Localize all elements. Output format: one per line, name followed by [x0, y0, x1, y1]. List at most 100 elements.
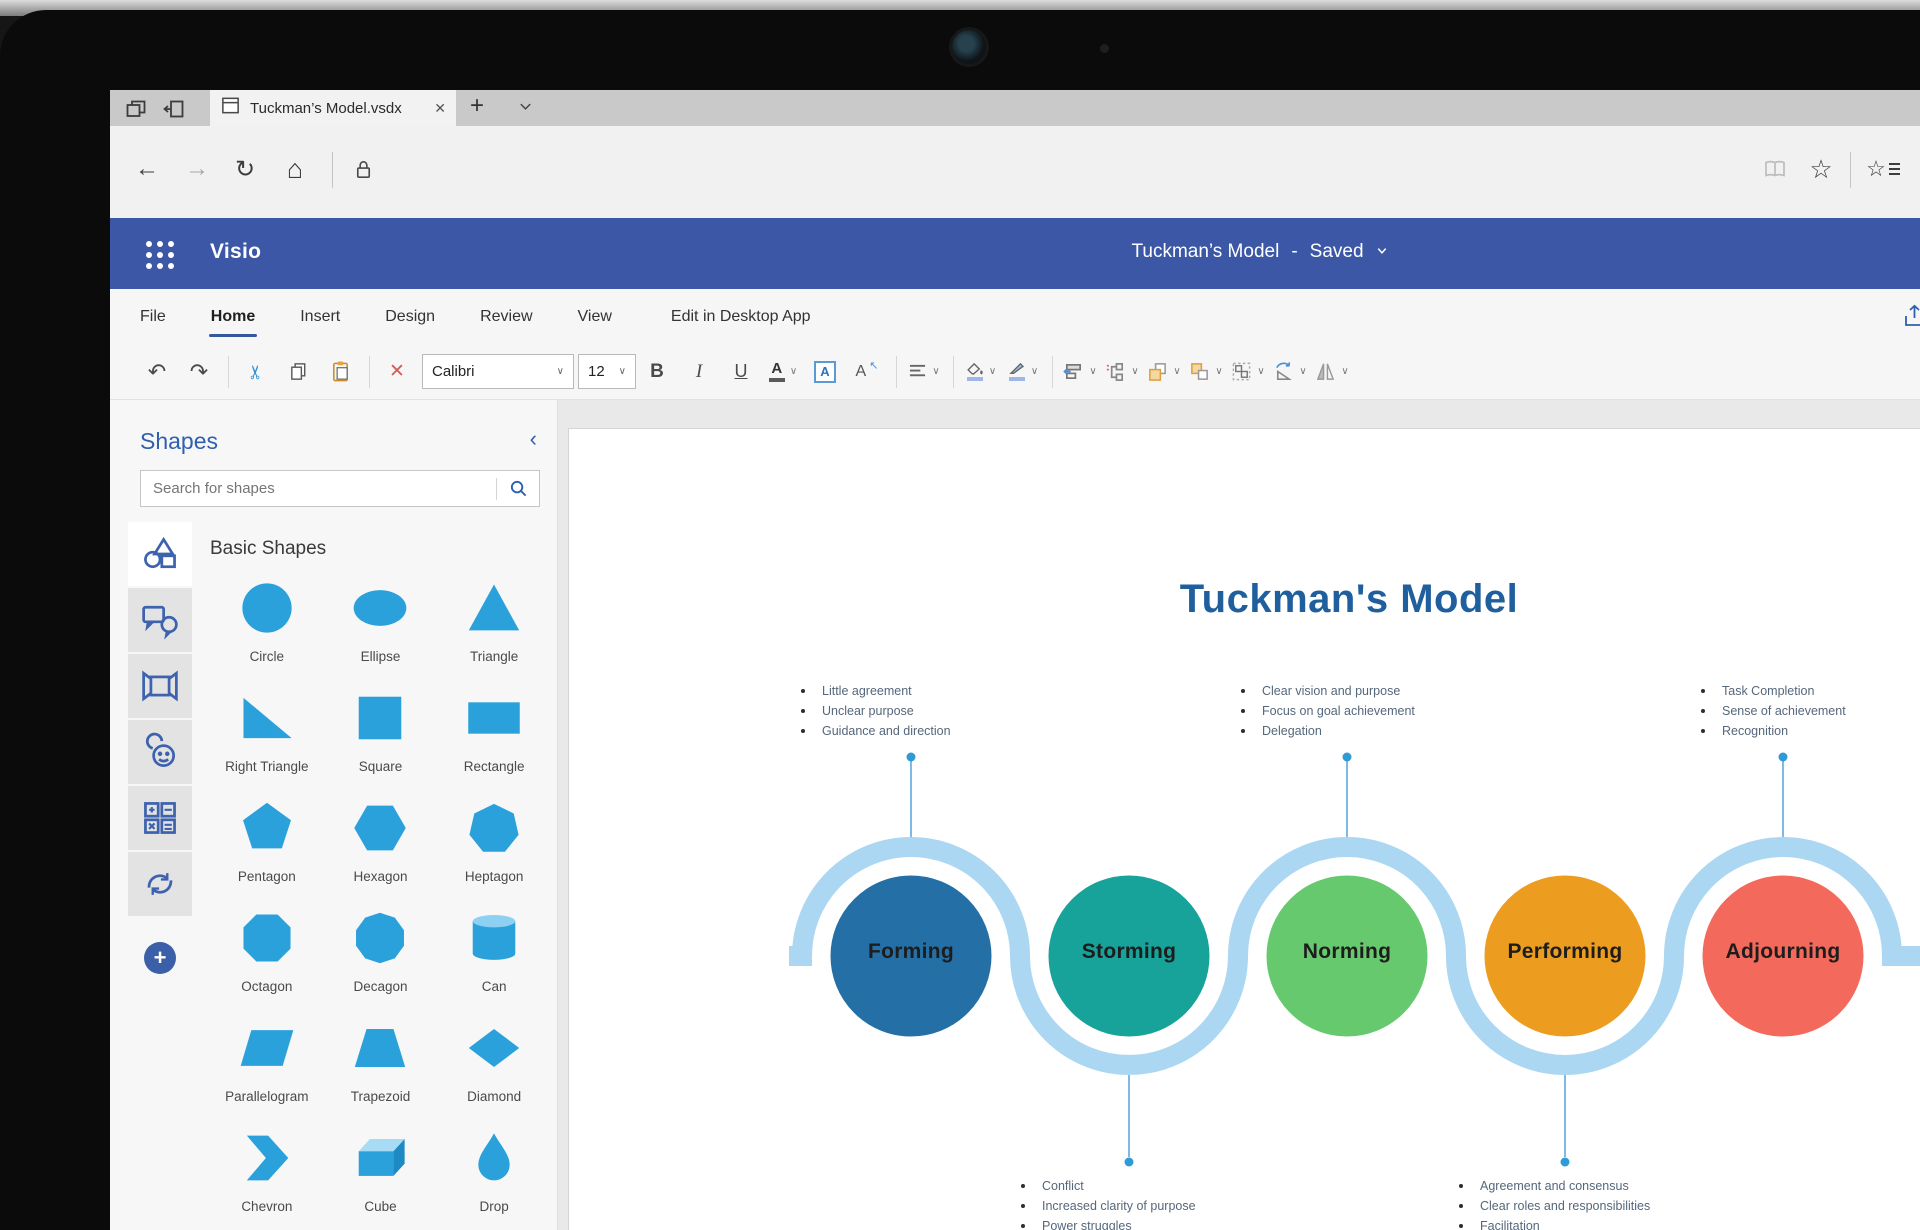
shape-heptagon[interactable]: Heptagon	[437, 800, 551, 884]
shapes-panel: Shapes ‹	[110, 400, 558, 1230]
save-status: Saved	[1310, 241, 1364, 263]
stencil-calculator[interactable]	[128, 786, 192, 850]
stage-label-adjourning: Adjourning	[1695, 940, 1871, 964]
search-icon[interactable]	[497, 479, 539, 498]
new-tab-icon[interactable]: +	[470, 92, 484, 120]
set-tabs-aside-icon[interactable]	[162, 97, 186, 121]
browser-tab[interactable]: Tuckman’s Model.vsdx ✕	[210, 90, 456, 126]
menu-design[interactable]: Design	[385, 308, 435, 326]
tuckman-diagram	[569, 429, 1920, 1230]
chevron-down-icon: ∨	[619, 366, 626, 377]
stencil-banners[interactable]	[128, 654, 192, 718]
line-color-button[interactable]: ∨	[1006, 354, 1040, 390]
connector-marker	[1343, 753, 1352, 762]
bold-button[interactable]: B	[640, 354, 674, 390]
shape-triangle[interactable]: Triangle	[437, 580, 551, 664]
menu-home[interactable]: Home	[211, 308, 255, 326]
document-title: Tuckman’s Model	[1131, 241, 1279, 263]
position-button[interactable]: ∨	[1063, 354, 1097, 390]
shape-ellipse[interactable]: Ellipse	[324, 580, 438, 664]
shape-rectangle[interactable]: Rectangle	[437, 690, 551, 774]
menu-insert[interactable]: Insert	[300, 308, 340, 326]
cut-button[interactable]: ✂	[238, 355, 274, 389]
stage-label-norming: Norming	[1259, 940, 1435, 964]
stencil-cycle[interactable]	[128, 852, 192, 916]
font-color-button[interactable]: A ∨	[766, 354, 800, 390]
hub-favorites-icon[interactable]: ☆	[1866, 152, 1900, 186]
align-button[interactable]: ∨	[907, 354, 941, 390]
paste-button[interactable]	[323, 354, 357, 390]
tab-list-chevron-icon[interactable]	[518, 99, 533, 117]
browser-tab-bar: Tuckman’s Model.vsdx ✕ +	[110, 90, 1920, 126]
save-status-chevron-icon[interactable]	[1376, 244, 1389, 260]
italic-button[interactable]: I	[682, 354, 716, 390]
refresh-icon[interactable]: ↻	[228, 152, 262, 186]
stage-label-storming: Storming	[1041, 940, 1217, 964]
shape-decagon[interactable]: Decagon	[324, 910, 438, 994]
home-icon[interactable]: ⌂	[278, 152, 312, 186]
flip-button[interactable]: ∨	[1315, 354, 1349, 390]
connector-button[interactable]: ∨	[1105, 354, 1139, 390]
underline-button[interactable]: U	[724, 354, 758, 390]
add-stencil-button[interactable]: +	[144, 942, 176, 974]
document-header[interactable]: Tuckman’s Model - Saved	[1131, 241, 1388, 263]
menu-review[interactable]: Review	[480, 308, 532, 326]
menu-file[interactable]: File	[140, 308, 166, 326]
lock-icon	[346, 152, 380, 186]
nav-divider	[1850, 152, 1851, 188]
fill-color-button[interactable]: ∨	[964, 354, 998, 390]
copy-button[interactable]	[281, 354, 315, 390]
clear-formatting-button[interactable]: A↖	[850, 354, 884, 390]
back-icon[interactable]: ←	[130, 152, 164, 186]
visio-app-bar: Visio Tuckman’s Model - Saved	[110, 218, 1920, 289]
share-icon[interactable]	[1902, 303, 1920, 334]
shape-diamond[interactable]: Diamond	[437, 1020, 551, 1104]
group-button[interactable]: ∨	[1231, 354, 1265, 390]
nav-divider	[332, 152, 333, 188]
drawing-canvas[interactable]: Tuckman's Model	[558, 400, 1920, 1230]
menu-view[interactable]: View	[578, 308, 612, 326]
reading-view-icon[interactable]	[1758, 152, 1792, 186]
tab-preview-icon[interactable]	[124, 97, 148, 121]
text-block-button[interactable]: A	[808, 354, 842, 390]
bullets-forming: Little agreement Unclear purpose Guidanc…	[801, 681, 951, 741]
shape-chevron[interactable]: Chevron	[210, 1130, 324, 1214]
stencil-basic-shapes[interactable]	[128, 522, 192, 586]
shape-can[interactable]: Can	[437, 910, 551, 994]
shape-trapezoid[interactable]: Trapezoid	[324, 1020, 438, 1104]
shape-search	[140, 470, 540, 507]
shape-parallelogram[interactable]: Parallelogram	[210, 1020, 324, 1104]
shape-octagon[interactable]: Octagon	[210, 910, 324, 994]
stencil-callouts[interactable]	[128, 588, 192, 652]
tab-close-icon[interactable]: ✕	[434, 100, 446, 117]
shape-hexagon[interactable]: Hexagon	[324, 800, 438, 884]
favorite-star-icon[interactable]: ☆	[1804, 152, 1838, 186]
browser-window: Tuckman’s Model.vsdx ✕ + ← → ↻ ⌂ ☆	[110, 90, 1920, 1230]
menu-edit-in-desktop-app[interactable]: Edit in Desktop App	[671, 308, 811, 326]
bring-forward-button[interactable]: ∨	[1147, 354, 1181, 390]
stage-label-forming: Forming	[823, 940, 999, 964]
drawing-page[interactable]: Tuckman's Model	[568, 428, 1920, 1230]
delete-button[interactable]: ✕	[380, 354, 414, 390]
redo-button[interactable]: ↷	[182, 354, 216, 390]
shape-right-triangle[interactable]: Right Triangle	[210, 690, 324, 774]
shape-circle[interactable]: Circle	[210, 580, 324, 664]
font-size-select[interactable]: 12 ∨	[578, 354, 636, 389]
title-separator: -	[1291, 241, 1297, 263]
shape-cube[interactable]: Cube	[324, 1130, 438, 1214]
shape-search-input[interactable]	[141, 480, 496, 497]
shape-pentagon[interactable]: Pentagon	[210, 800, 324, 884]
shape-square[interactable]: Square	[324, 690, 438, 774]
shape-drop[interactable]: Drop	[437, 1130, 551, 1214]
font-name-value: Calibri	[432, 363, 475, 380]
send-backward-button[interactable]: ∨	[1189, 354, 1223, 390]
collapse-panel-icon[interactable]: ‹	[530, 428, 537, 450]
forward-icon[interactable]: →	[180, 152, 214, 186]
app-launcher-icon[interactable]	[146, 241, 174, 269]
rotate-button[interactable]: ∨	[1273, 354, 1307, 390]
font-name-select[interactable]: Calibri ∨	[422, 354, 574, 389]
toolbar-divider	[1052, 356, 1053, 388]
undo-button[interactable]: ↶	[140, 354, 174, 390]
stencil-emoticons[interactable]	[128, 720, 192, 784]
bullets-storming: Conflict Increased clarity of purpose Po…	[1021, 1176, 1196, 1230]
